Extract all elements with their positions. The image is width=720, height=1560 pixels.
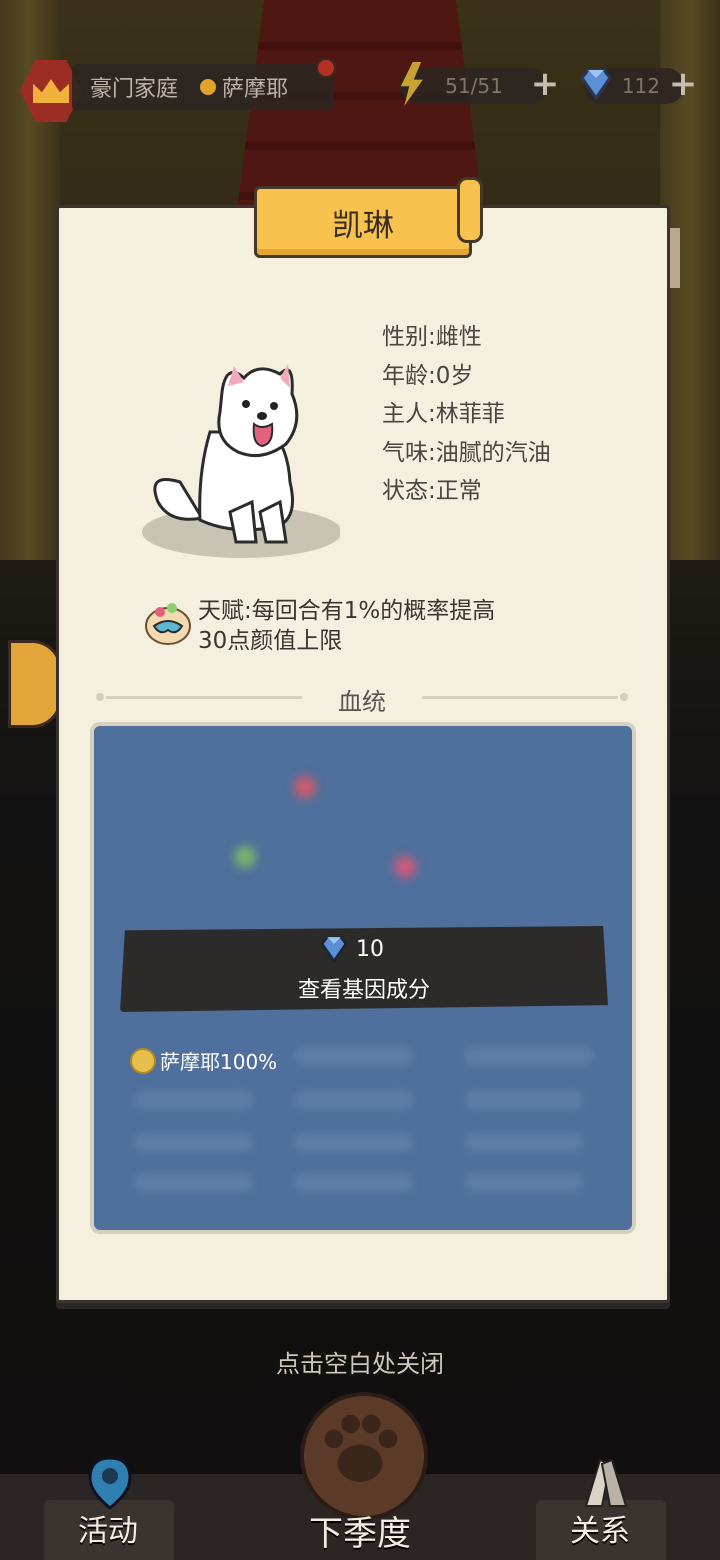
paw-icon	[324, 1414, 398, 1482]
info-scent: 气味:油腻的汽油	[382, 439, 551, 466]
talent-line-1: 天赋:每回合有1%的概率提高	[198, 598, 496, 624]
info-gender: 性别:雌性	[382, 324, 482, 350]
view-genes-label: 查看基因成分	[297, 978, 430, 1003]
crown-icon	[33, 79, 69, 103]
blur-row	[294, 1132, 414, 1152]
breed-percentage: 萨摩耶100%	[130, 1046, 277, 1075]
breed-percentage-text: 萨摩耶100%	[160, 1050, 278, 1074]
blur-row	[134, 1132, 254, 1152]
blur-row	[464, 1046, 594, 1066]
gem-value: 112	[621, 74, 660, 98]
diamond-icon	[320, 935, 348, 964]
pet-info-list: 性别:雌性 年龄:0岁 主人:林菲菲 气味:油腻的汽油 状态:正常	[382, 318, 622, 511]
close-hint: 点击空白处关闭	[276, 1350, 444, 1378]
side-expand-arrow[interactable]	[8, 640, 62, 728]
activity-tab-label: 活动	[78, 1514, 138, 1549]
blur-row	[464, 1090, 584, 1110]
info-age: 年龄:0岁	[382, 362, 474, 389]
lightning-icon	[400, 62, 423, 106]
add-gems-button[interactable]: +	[668, 67, 698, 101]
info-owner: 主人:林菲菲	[382, 401, 505, 427]
breed-label: 萨摩耶	[222, 77, 289, 102]
add-energy-button[interactable]: +	[530, 67, 560, 101]
blur-row	[134, 1172, 254, 1192]
energy-value: 51/51	[445, 74, 503, 98]
blur-dot	[234, 846, 256, 868]
next-season-button[interactable]	[300, 1392, 428, 1520]
bloodline-divider: 血统	[96, 682, 628, 716]
energy-counter: 51/51	[400, 62, 548, 106]
notification-dot	[316, 58, 336, 78]
location-pin-icon	[88, 1456, 132, 1510]
blur-row	[464, 1172, 584, 1192]
pet-name: 凯琳	[332, 207, 394, 244]
talent-line-2: 30点颜值上限	[198, 628, 343, 654]
samoyed-dog-image	[142, 364, 340, 558]
relations-tab-label: 关系	[570, 1514, 630, 1549]
blur-row	[134, 1090, 254, 1110]
info-status: 状态:正常	[382, 478, 482, 504]
blur-row	[294, 1090, 414, 1110]
family-info-pill[interactable]: 豪门家庭 萨摩耶	[72, 58, 336, 110]
handshake-icon	[584, 1458, 628, 1507]
diamond-icon	[580, 68, 612, 101]
family-type-label: 豪门家庭	[90, 77, 179, 102]
coin-icon	[130, 1047, 156, 1074]
talent-mask-icon	[145, 603, 191, 645]
reveal-cost: 10	[316, 932, 406, 966]
blur-dot	[294, 776, 316, 798]
reveal-cost-value: 10	[356, 936, 384, 962]
blur-row	[294, 1172, 414, 1192]
blur-dot	[394, 856, 416, 878]
next-season-label: 下季度	[309, 1514, 411, 1554]
blur-row	[294, 1046, 414, 1066]
top-bar: 豪门家庭 萨摩耶 51/51 + 112 +	[0, 54, 720, 122]
medal-icon	[200, 79, 217, 95]
pet-name-ribbon: 凯琳	[254, 177, 483, 258]
blur-row	[464, 1132, 584, 1152]
bloodline-title: 血统	[338, 688, 386, 716]
talent-description: 天赋:每回合有1%的概率提高 30点颜值上限	[198, 596, 578, 656]
